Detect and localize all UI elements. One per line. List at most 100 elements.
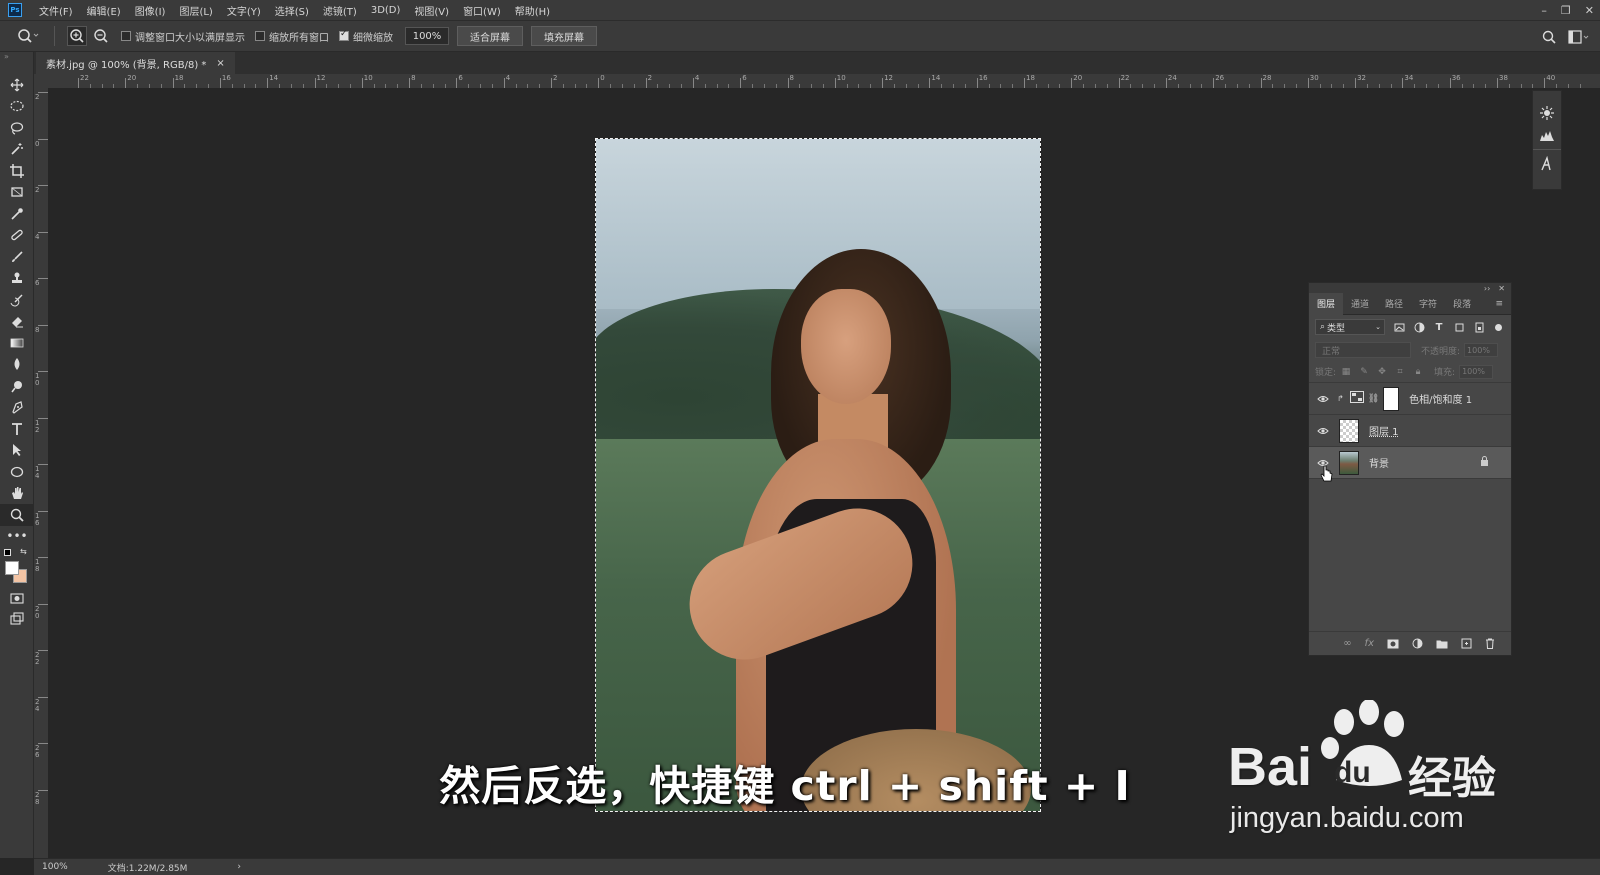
menu-filter[interactable]: 滤镜(T) bbox=[316, 3, 364, 18]
panel-close-icon[interactable]: ✕ bbox=[1498, 284, 1505, 293]
tab-paths[interactable]: 路径 bbox=[1377, 293, 1411, 315]
stamp-tool[interactable] bbox=[0, 268, 34, 290]
document-image[interactable] bbox=[595, 138, 1041, 812]
scrubby-zoom-box[interactable] bbox=[339, 29, 349, 41]
spot-healing-tool[interactable] bbox=[0, 225, 34, 247]
swap-colors-icon[interactable]: ⇆ bbox=[20, 547, 27, 556]
ellipse-tool[interactable] bbox=[0, 461, 34, 483]
new-layer-icon[interactable] bbox=[1461, 634, 1472, 653]
gradient-tool[interactable] bbox=[0, 332, 34, 354]
blend-mode-select[interactable]: 正常 bbox=[1315, 342, 1411, 358]
link-layers-icon[interactable]: ∞ bbox=[1343, 638, 1351, 649]
eyedropper-tool[interactable] bbox=[0, 203, 34, 225]
lock-transparent-icon[interactable]: ▦ bbox=[1340, 366, 1352, 378]
zoom-in-button[interactable] bbox=[67, 26, 87, 46]
layer-name[interactable]: 背景 bbox=[1369, 455, 1389, 470]
crop-tool[interactable] bbox=[0, 160, 34, 182]
new-group-icon[interactable] bbox=[1436, 634, 1448, 653]
zoom-all-windows-checkbox[interactable]: 缩放所有窗口 bbox=[255, 29, 329, 44]
layer-style-icon[interactable]: fx bbox=[1365, 638, 1374, 649]
fit-screen-button[interactable]: 适合屏幕 bbox=[457, 26, 523, 46]
layer-row-background[interactable]: 背景 bbox=[1309, 447, 1511, 479]
close-tab-icon[interactable]: × bbox=[216, 58, 224, 69]
tab-paragraph[interactable]: 段落 bbox=[1445, 293, 1479, 315]
opacity-field[interactable]: 100% bbox=[1464, 343, 1499, 357]
lock-artboard-icon[interactable]: ⌗ bbox=[1394, 366, 1406, 378]
adjustments-icon[interactable] bbox=[1539, 105, 1555, 121]
document-tab[interactable]: 素材.jpg @ 100% (背景, RGB/8) * × bbox=[36, 52, 235, 74]
path-selection-tool[interactable] bbox=[0, 440, 34, 462]
zoom-tool[interactable] bbox=[0, 504, 34, 526]
filter-toggle-icon[interactable] bbox=[1495, 323, 1502, 331]
layer-filter-select[interactable]: ⌕ 类型 ⌄ bbox=[1315, 319, 1385, 335]
menu-image[interactable]: 图像(I) bbox=[128, 3, 173, 18]
menu-window[interactable]: 窗口(W) bbox=[456, 3, 508, 18]
eraser-tool[interactable] bbox=[0, 311, 34, 333]
restore-icon[interactable]: ❐ bbox=[1561, 4, 1571, 17]
zoom-value-field[interactable]: 100% bbox=[405, 27, 449, 45]
menu-edit[interactable]: 编辑(E) bbox=[80, 3, 128, 18]
delete-layer-icon[interactable] bbox=[1485, 634, 1495, 653]
mask-link-icon[interactable]: ⛓ bbox=[1368, 394, 1379, 404]
status-menu-arrow-icon[interactable]: › bbox=[237, 862, 241, 872]
histogram-icon[interactable] bbox=[1539, 127, 1555, 143]
collapse-icon[interactable]: ›› bbox=[1484, 284, 1490, 293]
move-tool[interactable] bbox=[0, 74, 34, 96]
fill-field[interactable]: 100% bbox=[1459, 364, 1494, 379]
filter-pixel-icon[interactable] bbox=[1393, 321, 1405, 333]
tool-preset-picker[interactable] bbox=[10, 24, 46, 48]
panel-menu-icon[interactable]: ≡ bbox=[1495, 299, 1503, 309]
lock-position-icon[interactable]: ✥ bbox=[1376, 366, 1388, 378]
lasso-tool[interactable] bbox=[0, 117, 34, 139]
filter-type-icon[interactable]: T bbox=[1433, 321, 1445, 333]
add-mask-icon[interactable] bbox=[1387, 634, 1399, 653]
marquee-tool[interactable] bbox=[0, 96, 34, 118]
menu-select[interactable]: 选择(S) bbox=[268, 3, 316, 18]
workspace-icon[interactable] bbox=[1568, 30, 1590, 44]
ruler-origin[interactable] bbox=[34, 74, 48, 88]
frame-tool[interactable] bbox=[0, 182, 34, 204]
horizontal-ruler[interactable]: 22 20 18 16 14 12 10 8 6 4 2 0 2 4 6 8 10 12 14 16 18 20 22 24 2… bbox=[48, 74, 1600, 88]
fill-screen-button[interactable]: 填充屏幕 bbox=[531, 26, 597, 46]
filter-shape-icon[interactable] bbox=[1453, 321, 1465, 333]
menu-file[interactable]: 文件(F) bbox=[32, 3, 80, 18]
visibility-eye-icon[interactable] bbox=[1313, 395, 1333, 403]
status-zoom[interactable]: 100% bbox=[42, 862, 68, 872]
hand-tool[interactable] bbox=[0, 483, 34, 505]
close-icon[interactable]: ✕ bbox=[1585, 4, 1594, 17]
layer-row-hue-saturation[interactable]: ↱ ⛓ 色相/饱和度 1 bbox=[1309, 383, 1511, 415]
default-colors-icon[interactable] bbox=[4, 549, 11, 556]
layer-name[interactable]: 色相/饱和度 1 bbox=[1409, 391, 1472, 406]
vertical-ruler[interactable]: 2024681 01 21 41 61 82 02 22 42 62 8 bbox=[34, 88, 48, 858]
screen-mode-button[interactable] bbox=[0, 609, 34, 631]
search-icon[interactable] bbox=[1542, 30, 1556, 44]
resize-windows-checkbox[interactable]: 调整窗口大小以满屏显示 bbox=[121, 29, 245, 44]
character-icon[interactable] bbox=[1539, 156, 1555, 172]
blur-tool[interactable] bbox=[0, 354, 34, 376]
magic-wand-tool[interactable] bbox=[0, 139, 34, 161]
brush-tool[interactable] bbox=[0, 246, 34, 268]
lock-pixels-icon[interactable]: ✎ bbox=[1358, 366, 1370, 378]
menu-view[interactable]: 视图(V) bbox=[407, 3, 456, 18]
lock-all-icon[interactable]: 🔒︎ bbox=[1412, 366, 1424, 378]
layer-row-layer-1[interactable]: 图层 1 bbox=[1309, 415, 1511, 447]
new-adjustment-icon[interactable] bbox=[1412, 634, 1423, 653]
foreground-color-swatch[interactable] bbox=[5, 561, 19, 575]
edit-toolbar-button[interactable]: ••• bbox=[0, 526, 34, 548]
minimize-icon[interactable]: – bbox=[1541, 4, 1547, 17]
menu-layer[interactable]: 图层(L) bbox=[172, 3, 219, 18]
tab-channels[interactable]: 通道 bbox=[1343, 293, 1377, 315]
visibility-eye-icon[interactable] bbox=[1313, 427, 1333, 435]
zoom-all-windows-box[interactable] bbox=[255, 31, 265, 41]
scrubby-zoom-checkbox[interactable]: 细微缩放 bbox=[339, 29, 393, 44]
filter-smart-object-icon[interactable] bbox=[1473, 321, 1485, 333]
dodge-tool[interactable] bbox=[0, 375, 34, 397]
pen-tool[interactable] bbox=[0, 397, 34, 419]
menu-type[interactable]: 文字(Y) bbox=[220, 3, 268, 18]
zoom-out-button[interactable] bbox=[91, 26, 111, 46]
menu-3d[interactable]: 3D(D) bbox=[364, 5, 408, 16]
tab-character[interactable]: 字符 bbox=[1411, 293, 1445, 315]
filter-adjustment-icon[interactable] bbox=[1413, 321, 1425, 333]
history-brush-tool[interactable] bbox=[0, 289, 34, 311]
quick-mask-button[interactable] bbox=[0, 587, 34, 609]
